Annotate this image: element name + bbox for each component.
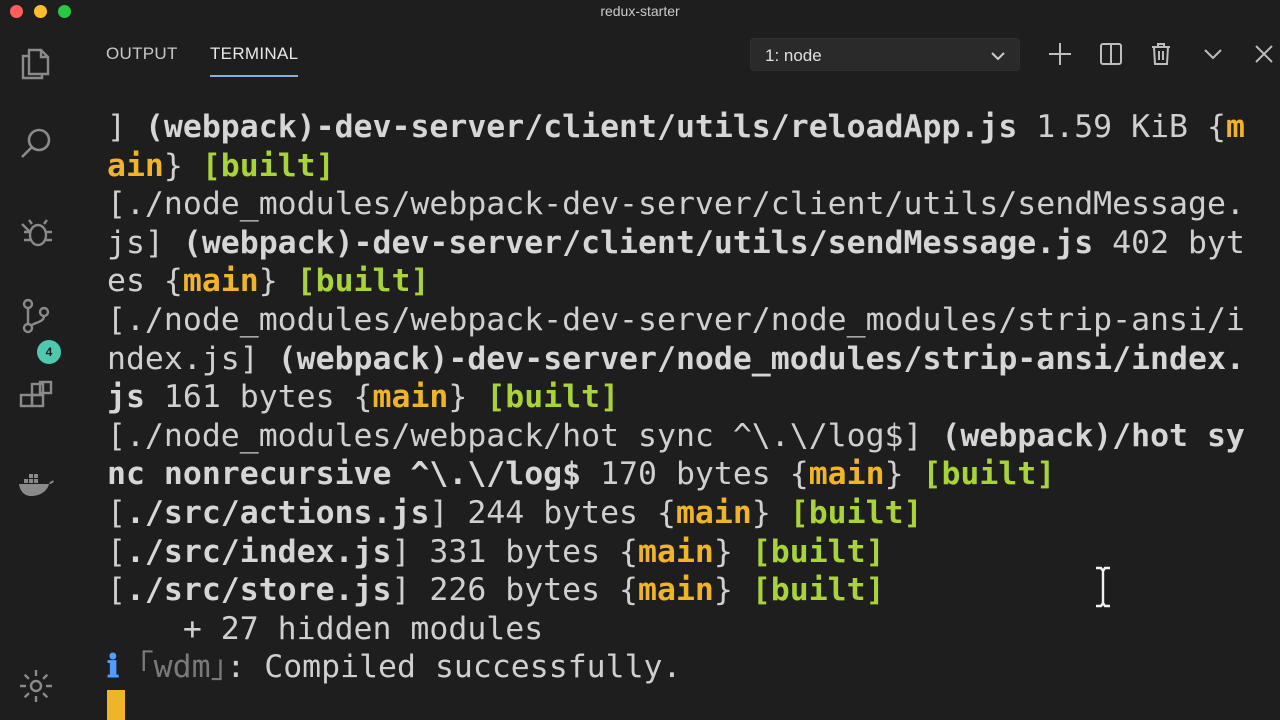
terminal-text: [built] — [751, 572, 885, 609]
terminal-text: [built] — [751, 533, 885, 570]
terminal-line: + 27 hidden modules — [107, 610, 1247, 649]
settings-icon[interactable] — [14, 664, 58, 708]
terminal-text: [built] — [201, 147, 335, 184]
close-icon[interactable] — [1250, 40, 1278, 68]
window-title: redux-starter — [600, 3, 680, 19]
terminal-text: ./src/actions.js — [125, 494, 430, 531]
terminal-line: [./node_modules/webpack/hot sync ^\.\/lo… — [107, 417, 1247, 456]
terminal-text: js] — [107, 224, 183, 261]
terminal-text: ] 244 bytes { — [429, 494, 676, 531]
search-icon[interactable] — [14, 122, 58, 166]
source-control-icon[interactable] — [14, 294, 58, 338]
terminal-line: [./node_modules/webpack-dev-server/node_… — [107, 301, 1247, 340]
terminal-line: ain} [built] — [107, 147, 1247, 186]
terminal-text: ./src/index.js — [125, 533, 392, 570]
terminal-line: [./node_modules/webpack-dev-server/clien… — [107, 185, 1247, 224]
terminal-output[interactable]: ] (webpack)-dev-server/client/utils/relo… — [107, 108, 1247, 687]
chevron-down-icon — [991, 52, 1005, 61]
terminal-text: (webpack)-dev-server/client/utils/sendMe… — [182, 224, 1094, 261]
terminal-text: } — [258, 263, 297, 300]
terminal-line: [./src/index.js] 331 bytes {main} [built… — [107, 533, 1247, 572]
terminal-text: main — [638, 533, 714, 570]
docker-icon[interactable] — [14, 462, 58, 506]
terminal-text: ] 226 bytes { — [391, 572, 639, 609]
terminal-text: [./node_modules/webpack-dev-server/clien… — [107, 186, 1245, 223]
terminal-text: main — [808, 456, 885, 493]
terminal-text: ./src/store.js — [125, 572, 392, 609]
active-tab-indicator — [210, 75, 298, 77]
terminal-text: [./node_modules/webpack-dev-server/node_… — [107, 301, 1245, 338]
terminal-text: [ — [107, 494, 126, 531]
plus-icon[interactable] — [1046, 40, 1074, 68]
terminal-text: } — [713, 533, 752, 570]
terminal-text: } — [448, 379, 487, 416]
terminal-text: nc nonrecursive ^\.\/log$ — [107, 456, 582, 493]
terminal-text: 170 bytes { — [581, 456, 809, 493]
tab-terminal[interactable]: TERMINAL — [210, 44, 298, 64]
text-cursor-icon — [1096, 566, 1110, 608]
terminal-text: es { — [107, 263, 183, 300]
terminal-line: [./src/store.js] 226 bytes {main} [built… — [107, 571, 1247, 610]
terminal-text: } — [163, 147, 202, 184]
terminal-text: main — [182, 263, 259, 300]
explorer-icon[interactable] — [14, 42, 58, 86]
terminal-text: } — [751, 494, 790, 531]
terminal-text: ｢wdm｣ — [118, 649, 227, 686]
terminal-text: ] 331 bytes { — [391, 533, 639, 570]
terminal-text: js — [107, 379, 145, 416]
terminal-line: js] (webpack)-dev-server/client/utils/se… — [107, 224, 1247, 263]
terminal-text: 402 byt — [1093, 224, 1245, 261]
terminal-text: ] — [107, 109, 145, 145]
terminal-text: + 27 hidden modules — [107, 610, 544, 647]
chevron-down-icon[interactable] — [1199, 40, 1227, 68]
terminal-text: main — [638, 572, 714, 609]
terminal-text: ndex.js] — [107, 340, 278, 377]
terminal-line: js 161 bytes {main} [built] — [107, 378, 1247, 417]
terminal-text: : Compiled successfully. — [226, 649, 682, 686]
terminal-line: ] (webpack)-dev-server/client/utils/relo… — [107, 108, 1247, 147]
terminal-cursor — [107, 690, 125, 720]
terminal-selector-value: 1: node — [765, 46, 822, 65]
terminal-text: m — [1225, 109, 1245, 145]
activity-bar: 4 — [0, 24, 72, 720]
info-icon: ℹ — [107, 649, 119, 686]
terminal-text: [built] — [789, 494, 923, 531]
terminal-text: [ — [107, 533, 126, 570]
terminal-line: ndex.js] (webpack)-dev-server/node_modul… — [107, 340, 1247, 379]
terminal-line: ℹ ｢wdm｣: Compiled successfully. — [107, 648, 1247, 687]
terminal-text: main — [372, 379, 449, 416]
terminal-line: nc nonrecursive ^\.\/log$ 170 bytes {mai… — [107, 455, 1247, 494]
trash-icon[interactable] — [1147, 40, 1175, 68]
terminal-text: 161 bytes { — [144, 379, 373, 416]
terminal-text: (webpack)/hot sy — [941, 417, 1245, 454]
terminal-line: [./src/actions.js] 244 bytes {main} [bui… — [107, 494, 1247, 533]
terminal-text: [built] — [922, 456, 1056, 493]
terminal-text: } — [884, 456, 923, 493]
terminal-text: [./node_modules/webpack/hot sync ^\.\/lo… — [107, 417, 942, 454]
terminal-selector[interactable]: 1: node — [750, 38, 1020, 71]
source-control-badge: 4 — [37, 340, 61, 364]
terminal-text: 1.59 KiB { — [1017, 109, 1226, 145]
split-icon[interactable] — [1097, 40, 1125, 68]
extensions-icon[interactable] — [14, 376, 58, 420]
terminal-text: ain — [107, 147, 164, 184]
terminal-line: es {main} [built] — [107, 262, 1247, 301]
terminal-text: (webpack)-dev-server/node_modules/strip-… — [277, 340, 1245, 377]
terminal-text: [ — [107, 572, 126, 609]
terminal-text: [built] — [296, 263, 430, 300]
panel-header: OUTPUT TERMINAL 1: node — [72, 24, 1280, 88]
terminal-text: main — [675, 494, 752, 531]
title-bar: redux-starter — [0, 0, 1280, 24]
tab-output[interactable]: OUTPUT — [106, 44, 178, 64]
terminal-text: } — [713, 572, 752, 609]
debug-icon[interactable] — [14, 210, 58, 254]
terminal-text: (webpack)-dev-server/client/utils/reload… — [144, 109, 1018, 145]
terminal-text: [built] — [486, 379, 620, 416]
